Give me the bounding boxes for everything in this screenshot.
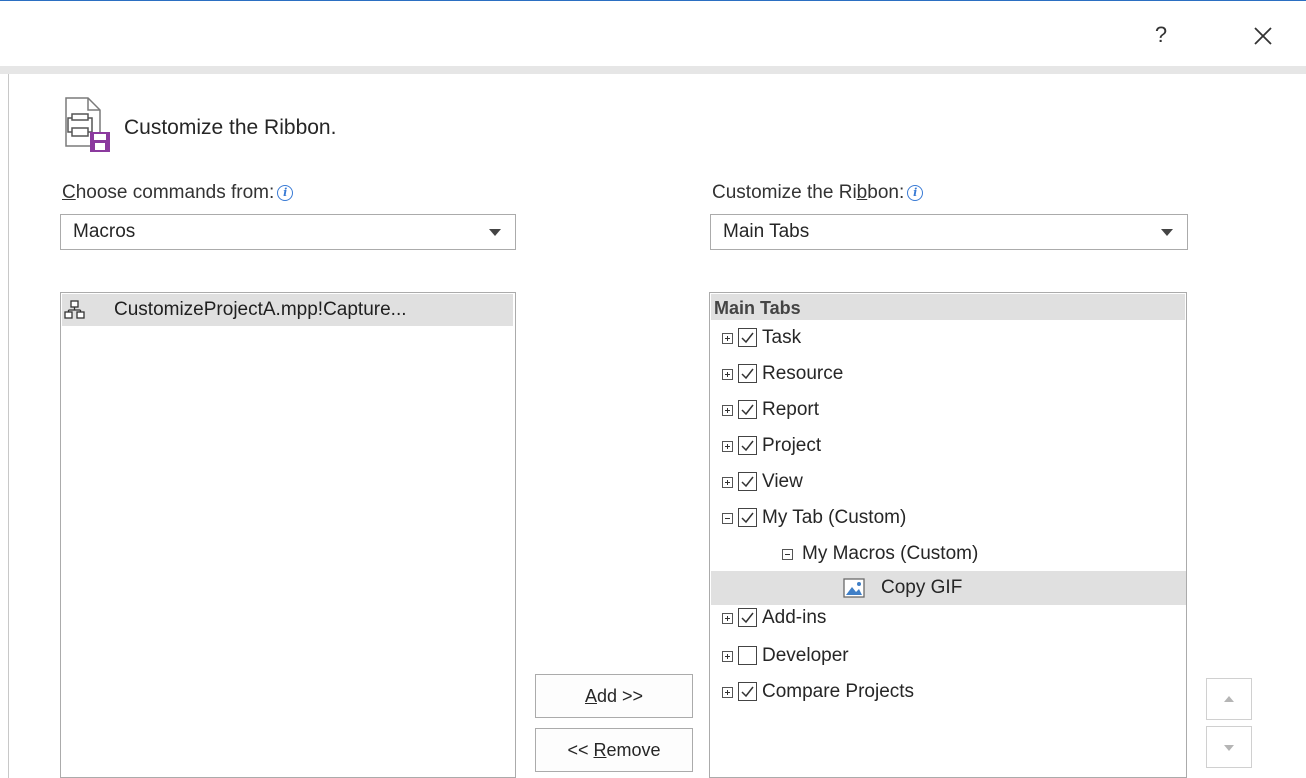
expand-icon[interactable] (722, 613, 733, 624)
remove-accel: R (593, 740, 607, 760)
move-down-button[interactable] (1206, 726, 1252, 768)
tree-item-label: View (762, 471, 803, 492)
tree-header: Main Tabs (714, 298, 801, 318)
collapse-icon[interactable] (782, 549, 793, 560)
checkmark-icon (741, 476, 754, 488)
tree-item-label: Copy GIF (881, 577, 963, 598)
tree-item-label: Compare Projects (762, 681, 915, 702)
choose-commands-label: Choose commands from: i (62, 182, 294, 204)
dialog-heading: Customize the Ribbon. (124, 116, 337, 139)
tree-item-label: Project (762, 435, 822, 456)
tree-item-view[interactable]: View (710, 465, 1186, 499)
checkmark-icon (741, 512, 754, 524)
tree-item-resource[interactable]: Resource (710, 357, 1186, 391)
tab-checkbox[interactable] (738, 682, 757, 701)
tree-item-task[interactable]: Task (710, 321, 1186, 355)
collapse-icon[interactable] (722, 513, 733, 524)
dropdown-arrow-icon (489, 229, 501, 236)
up-arrow-icon (1224, 696, 1234, 702)
remove-label: emove (606, 740, 661, 760)
tree-item-label: My Tab (Custom) (762, 507, 907, 528)
add-button[interactable]: Add >> (535, 674, 693, 718)
tree-item-label: Developer (762, 645, 849, 666)
customize-ribbon-text-2: bon: (867, 182, 905, 203)
customize-ribbon-value: Main Tabs (723, 221, 810, 242)
help-button[interactable]: ? (1146, 19, 1176, 51)
list-item[interactable]: CustomizeProjectA.mpp!Capture... (62, 294, 513, 326)
add-accel: A (584, 686, 597, 706)
tab-checkbox[interactable] (738, 608, 757, 627)
tree-item-add-ins[interactable]: Add-ins (710, 601, 1186, 635)
choose-commands-value: Macros (73, 221, 136, 242)
move-up-button[interactable] (1206, 678, 1252, 720)
checkmark-icon (741, 686, 754, 698)
checkmark-icon (741, 368, 754, 380)
list-item-label: CustomizeProjectA.mpp!Capture... (114, 299, 407, 320)
customize-ribbon-text-1: Customize the Ri (712, 182, 857, 203)
expand-icon[interactable] (722, 477, 733, 488)
tree-item-label: My Macros (Custom) (802, 543, 979, 564)
tree-item-copy-gif[interactable]: Copy GIF (711, 571, 1186, 605)
expand-icon[interactable] (722, 369, 733, 380)
expand-icon[interactable] (722, 333, 733, 344)
tab-checkbox[interactable] (738, 646, 757, 665)
tab-checkbox[interactable] (738, 436, 757, 455)
dropdown-arrow-icon (1161, 229, 1173, 236)
customize-ribbon-icon (60, 96, 114, 154)
down-arrow-icon (1224, 745, 1234, 751)
remove-prefix: << (567, 740, 594, 760)
tab-checkbox[interactable] (738, 400, 757, 419)
tree-item-label: Add-ins (762, 607, 827, 628)
add-label: dd >> (596, 686, 644, 706)
customize-ribbon-select[interactable]: Main Tabs (710, 214, 1188, 250)
tree-item-my-macros[interactable]: My Macros (Custom) (710, 537, 1186, 571)
customize-ribbon-accel: b (856, 182, 868, 203)
info-icon[interactable]: i (907, 184, 924, 201)
dialog-title-bar: ? (0, 0, 1306, 66)
choose-commands-text: hoose commands from: (75, 182, 275, 203)
expand-icon[interactable] (722, 651, 733, 662)
info-icon[interactable]: i (277, 184, 294, 201)
ribbon-tree[interactable]: Main Tabs Task Resource Report Project V… (709, 292, 1187, 778)
customize-ribbon-label: Customize the Ribbon: i (712, 182, 924, 204)
image-icon (843, 578, 865, 598)
tree-item-label: Task (762, 327, 802, 348)
tab-checkbox[interactable] (738, 328, 757, 347)
remove-button[interactable]: << Remove (535, 728, 693, 772)
close-button[interactable] (1246, 19, 1280, 53)
tab-checkbox[interactable] (738, 364, 757, 383)
expand-icon[interactable] (722, 405, 733, 416)
choose-commands-select[interactable]: Macros (60, 214, 516, 250)
tree-item-label: Report (762, 399, 820, 420)
title-separator (0, 66, 1306, 74)
checkmark-icon (741, 404, 754, 416)
macro-icon (64, 300, 85, 319)
checkmark-icon (741, 332, 754, 344)
choose-commands-accel: C (62, 182, 76, 203)
checkmark-icon (741, 440, 754, 452)
tree-item-compare-projects[interactable]: Compare Projects (710, 675, 1186, 709)
tree-item-my-tab[interactable]: My Tab (Custom) (710, 501, 1186, 535)
checkmark-icon (741, 612, 754, 624)
expand-icon[interactable] (722, 687, 733, 698)
tree-item-label: Resource (762, 363, 844, 384)
expand-icon[interactable] (722, 441, 733, 452)
close-icon (1254, 27, 1272, 45)
tab-checkbox[interactable] (738, 472, 757, 491)
tree-item-report[interactable]: Report (710, 393, 1186, 427)
tab-checkbox[interactable] (738, 508, 757, 527)
tree-item-developer[interactable]: Developer (710, 639, 1186, 673)
commands-list[interactable]: CustomizeProjectA.mpp!Capture... (60, 292, 516, 778)
tree-item-project[interactable]: Project (710, 429, 1186, 463)
